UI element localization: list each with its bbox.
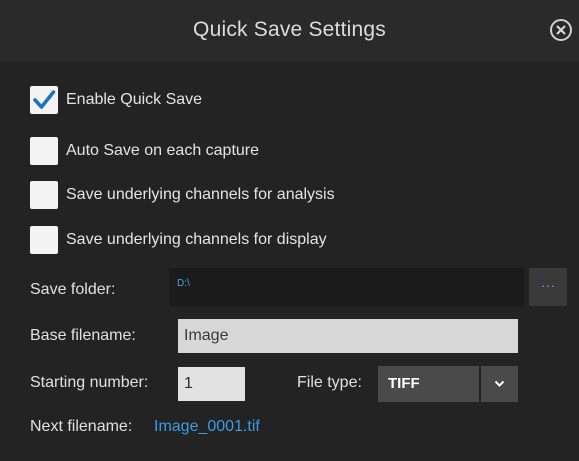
starting-number-label: Starting number: [30, 374, 149, 391]
enable-quick-save-label: Enable Quick Save [66, 91, 203, 108]
save-folder-value: D:\ [177, 278, 190, 289]
enable-quick-save-checkbox-row[interactable]: Enable Quick Save [30, 84, 202, 116]
save-channels-display-label: Save underlying channels for display [66, 231, 327, 248]
file-type-selected-value: TIFF [378, 366, 479, 402]
starting-number-input[interactable] [178, 367, 245, 401]
file-type-label: File type: [297, 374, 362, 391]
save-channels-analysis-checkbox-row[interactable]: Save underlying channels for analysis [30, 179, 335, 211]
checkmark-icon [33, 90, 56, 109]
auto-save-label: Auto Save on each capture [66, 142, 260, 159]
title-bar: Quick Save Settings [0, 0, 579, 62]
next-filename-value: Image_0001.tif [154, 418, 260, 435]
dialog-title: Quick Save Settings [193, 18, 386, 41]
file-type-select[interactable]: TIFF [378, 366, 518, 402]
save-channels-analysis-label: Save underlying channels for analysis [66, 186, 335, 203]
save-folder-field[interactable]: D:\ [169, 268, 524, 306]
file-type-dropdown-button[interactable] [481, 366, 518, 402]
save-channels-analysis-checkbox[interactable] [30, 181, 58, 209]
close-icon [556, 25, 566, 35]
auto-save-checkbox-row[interactable]: Auto Save on each capture [30, 135, 259, 167]
enable-quick-save-checkbox[interactable] [30, 86, 58, 114]
quick-save-settings-dialog: Quick Save Settings Enable Quick Save Au… [0, 0, 579, 461]
base-filename-input[interactable] [178, 319, 518, 353]
next-filename-label: Next filename: [30, 418, 133, 435]
save-channels-display-checkbox-row[interactable]: Save underlying channels for display [30, 224, 327, 256]
save-folder-label: Save folder: [30, 281, 116, 298]
chevron-down-icon [494, 380, 505, 387]
save-channels-display-checkbox[interactable] [30, 226, 58, 254]
auto-save-checkbox[interactable] [30, 137, 58, 165]
base-filename-label: Base filename: [30, 327, 136, 344]
browse-folder-button[interactable]: ··· [529, 268, 567, 306]
close-button[interactable] [550, 19, 572, 41]
